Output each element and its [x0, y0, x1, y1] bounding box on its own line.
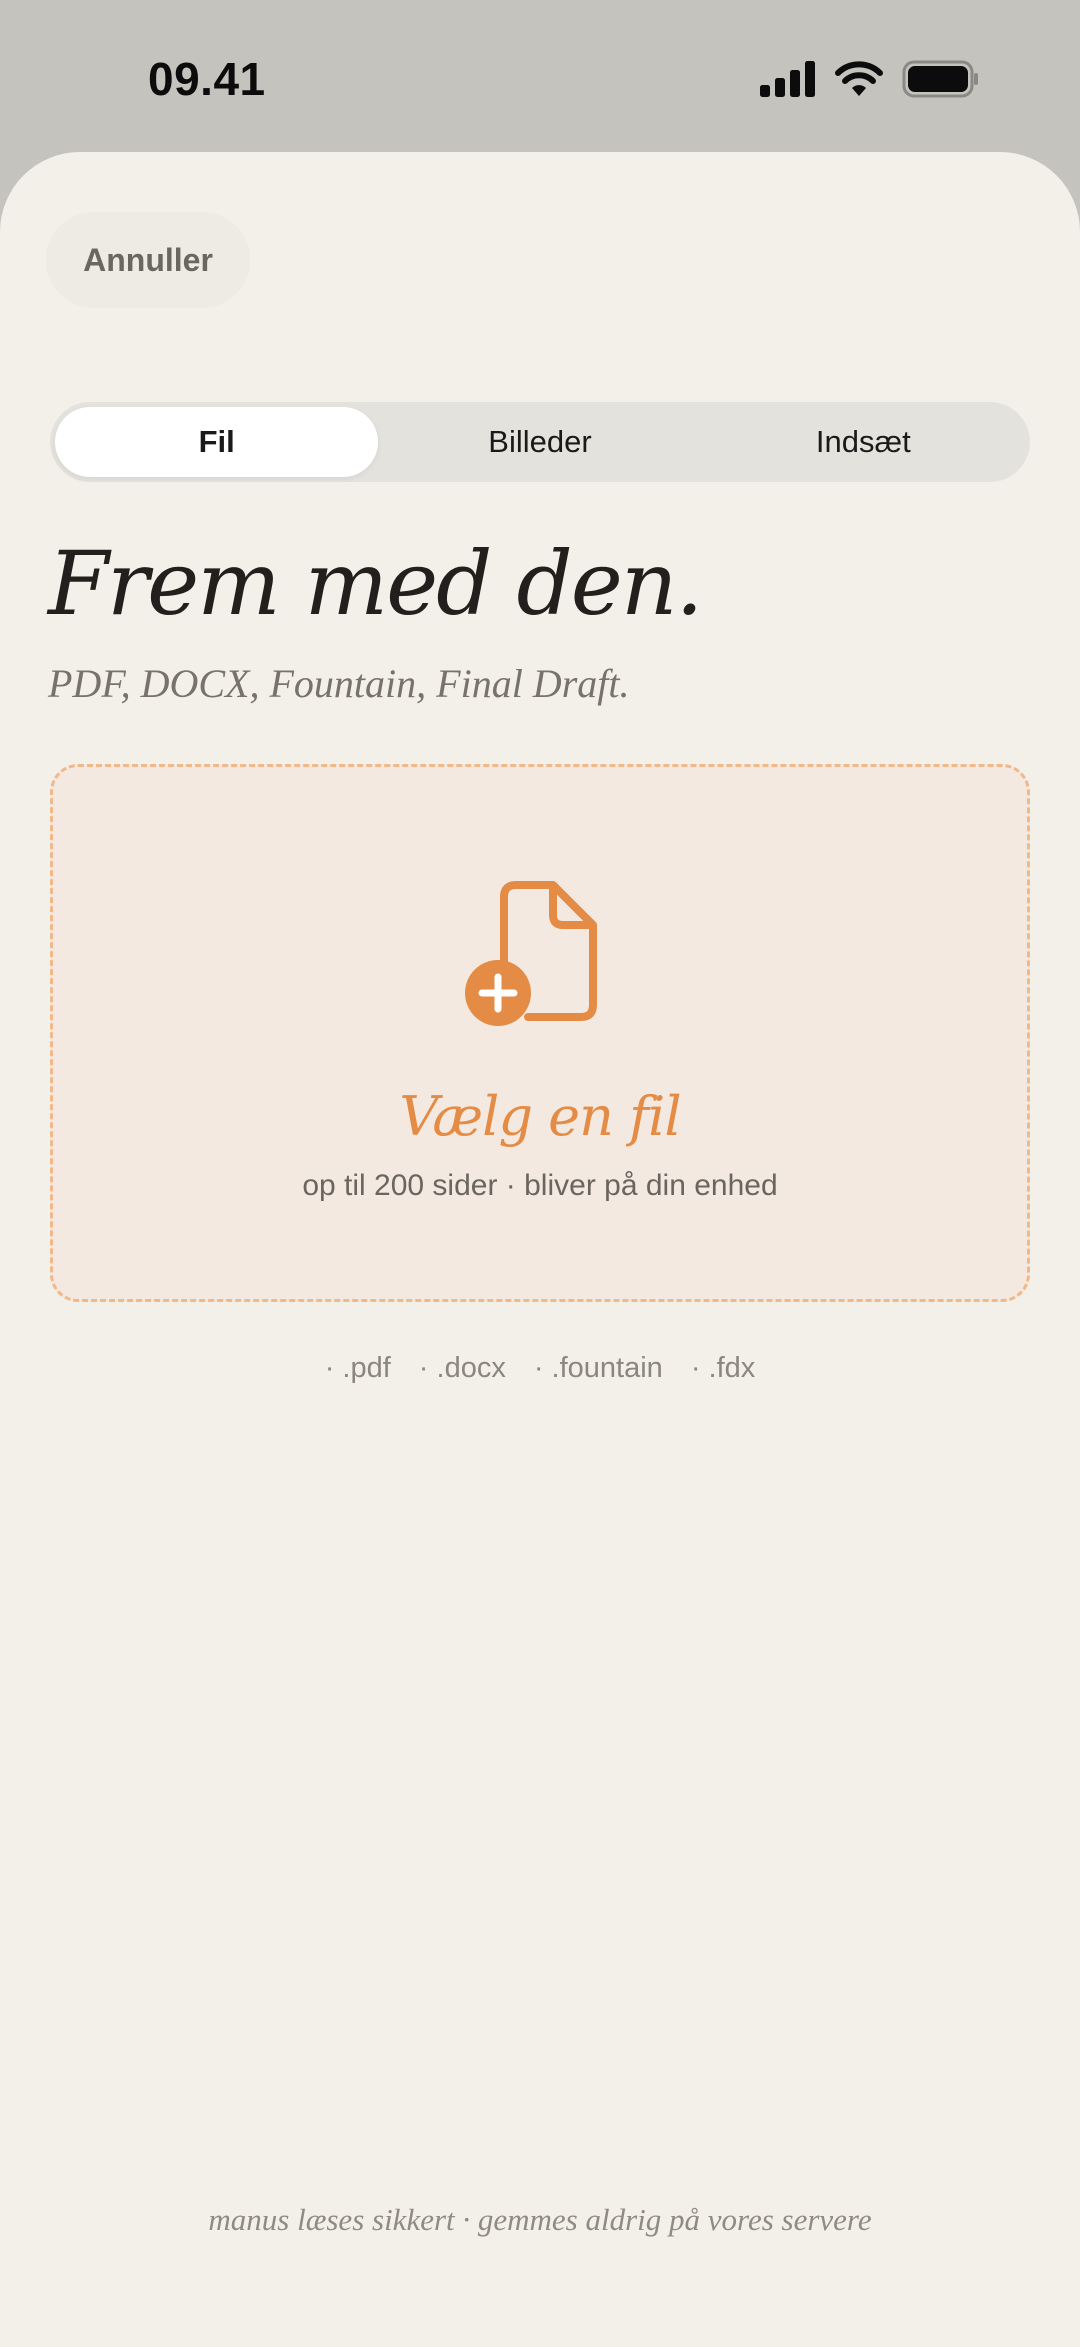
cellular-signal-icon	[760, 61, 815, 97]
format-fdx: · .fdx	[690, 1352, 756, 1384]
cancel-button[interactable]: Annuller	[46, 212, 250, 308]
page-title: Frem med den.	[48, 532, 704, 635]
tab-fil[interactable]: Fil	[55, 407, 379, 477]
privacy-note: manus læses sikkert · gemmes aldrig på v…	[208, 2202, 872, 2237]
wifi-icon	[835, 61, 883, 96]
format-fountain: · .fountain	[533, 1352, 663, 1384]
status-time: 09.41	[148, 53, 266, 105]
format-pdf: · .pdf	[324, 1352, 391, 1384]
tab-indsaet[interactable]: Indsæt	[702, 407, 1025, 477]
dropzone-subtitle: op til 200 sider · bliver på din enhed	[302, 1169, 778, 1202]
upload-sheet: Annuller Fil Billeder Indsæt Frem med de…	[0, 152, 1080, 2347]
source-tabs: Fil Billeder Indsæt	[50, 402, 1030, 482]
page-subtitle: PDF, DOCX, Fountain, Final Draft.	[48, 661, 630, 706]
supported-formats: · .pdf · .docx · .fountain · .fdx	[0, 1352, 1080, 1385]
status-bar: 09.41	[0, 0, 1080, 152]
file-dropzone[interactable]: Vælg en fil op til 200 sider · bliver på…	[50, 764, 1030, 1302]
file-add-icon	[465, 881, 597, 1026]
battery-icon	[902, 60, 978, 98]
dropzone-title: Vælg en fil	[399, 1085, 681, 1148]
tab-billeder[interactable]: Billeder	[378, 407, 701, 477]
format-docx: · .docx	[418, 1352, 506, 1384]
status-icons	[760, 58, 980, 100]
